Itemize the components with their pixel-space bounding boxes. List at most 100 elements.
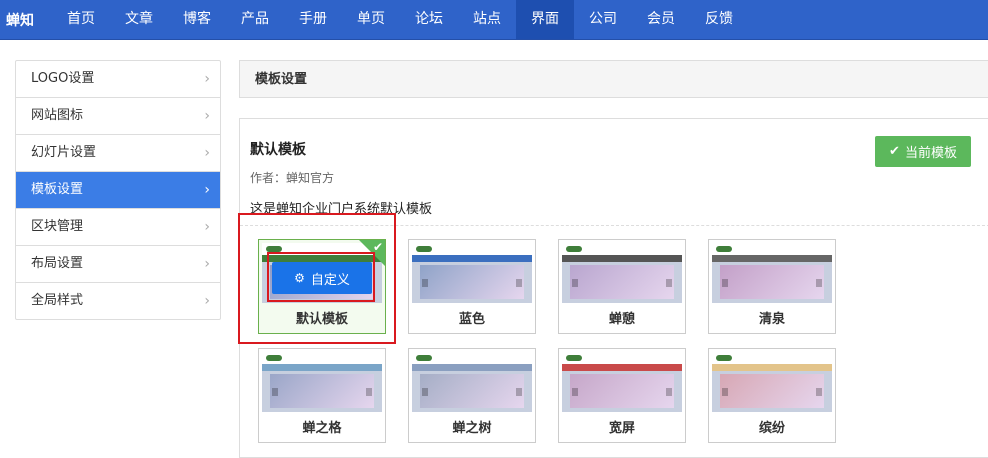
thumb-arrow-left (422, 388, 428, 396)
chevron-right-icon: › (204, 293, 210, 309)
thumb-logo (266, 355, 282, 361)
template-author: 作者：蝉知官方 (250, 171, 335, 185)
thumb-slide (420, 374, 524, 408)
template-card[interactable]: 缤纷 (708, 348, 836, 443)
chevron-right-icon: › (204, 145, 210, 161)
thumb-arrow-right (516, 279, 522, 287)
thumb-slide (720, 374, 824, 408)
thumb-nav (562, 364, 682, 371)
thumb-header (562, 352, 682, 364)
thumb-header (712, 352, 832, 364)
template-card-label: 宽屏 (608, 421, 635, 436)
template-thumbnail (562, 352, 682, 412)
template-thumbnail (412, 243, 532, 303)
sidebar-item-label: 区块管理 (31, 219, 84, 234)
nav-item[interactable]: 站点 (458, 0, 516, 39)
chevron-right-icon: › (204, 108, 210, 124)
thumb-header (262, 352, 382, 364)
chevron-right-icon: › (204, 71, 210, 87)
nav-item[interactable]: 会员 (632, 0, 690, 39)
panel-header-title: 模板设置 (239, 60, 988, 98)
sidebar-item[interactable]: 幻灯片设置 › (16, 135, 220, 172)
current-template-label: 当前模板 (904, 146, 957, 161)
thumb-arrow-left (722, 279, 728, 287)
template-thumbnail (412, 352, 532, 412)
thumb-arrow-right (516, 388, 522, 396)
sidebar-item[interactable]: 模板设置 › (16, 172, 220, 209)
nav-item[interactable]: 产品 (226, 0, 284, 39)
nav-item[interactable]: 首页 (52, 0, 110, 39)
thumb-nav (412, 255, 532, 262)
chevron-right-icon: › (204, 182, 210, 198)
thumb-logo (416, 246, 432, 252)
thumb-slide (420, 265, 524, 299)
settings-sidebar: LOGO设置 › 网站图标 › 幻灯片设置 › 模板设置 › 区块管理 › 布局设置 › 全局样式 › (15, 60, 221, 320)
thumb-nav (262, 364, 382, 371)
template-card[interactable]: 蝉之树 (408, 348, 536, 443)
sidebar-item-label: 模板设置 (31, 182, 84, 197)
thumb-nav (712, 364, 832, 371)
thumb-slide (570, 374, 674, 408)
template-card[interactable]: 宽屏 (558, 348, 686, 443)
thumb-logo (716, 355, 732, 361)
nav-item[interactable]: 论坛 (400, 0, 458, 39)
template-card[interactable]: 蓝色 (408, 239, 536, 334)
template-title: 默认模板 (250, 142, 306, 158)
template-thumbnail (712, 243, 832, 303)
thumb-arrow-right (666, 279, 672, 287)
thumb-arrow-left (272, 388, 278, 396)
nav-item[interactable]: 文章 (110, 0, 168, 39)
thumb-header (712, 243, 832, 255)
nav-item[interactable]: 手册 (284, 0, 342, 39)
thumb-slide (570, 265, 674, 299)
template-thumbnail (562, 243, 682, 303)
sidebar-item[interactable]: 全局样式 › (16, 283, 220, 319)
sidebar-item-label: 幻灯片设置 (31, 145, 97, 160)
brand-logo[interactable]: 蝉知 (0, 10, 52, 30)
template-card-label: 缤纷 (758, 421, 785, 436)
template-card-label: 清泉 (758, 312, 785, 327)
sidebar-item[interactable]: 布局设置 › (16, 246, 220, 283)
template-card[interactable]: 蝉憩 (558, 239, 686, 334)
template-card[interactable]: 清泉 (708, 239, 836, 334)
sidebar-item[interactable]: LOGO设置 › (16, 61, 220, 98)
sidebar-item[interactable]: 网站图标 › (16, 98, 220, 135)
thumb-header (412, 352, 532, 364)
template-card-label: 蓝色 (458, 312, 485, 327)
sidebar-item-label: 网站图标 (31, 108, 84, 123)
thumb-arrow-left (572, 279, 578, 287)
template-card[interactable]: 蝉之格 (258, 348, 386, 443)
template-card-label: 蝉憩 (608, 312, 635, 327)
template-thumbnail (262, 352, 382, 412)
current-template-button[interactable]: ✔ 当前模板 (875, 136, 971, 167)
thumb-arrow-left (572, 388, 578, 396)
highlight-box-customize (267, 252, 375, 302)
nav-item[interactable]: 界面 (516, 0, 574, 39)
thumb-logo (716, 246, 732, 252)
thumb-arrow-right (666, 388, 672, 396)
thumb-header (562, 243, 682, 255)
nav-item[interactable]: 公司 (574, 0, 632, 39)
sidebar-item[interactable]: 区块管理 › (16, 209, 220, 246)
nav-item[interactable]: 博客 (168, 0, 226, 39)
thumb-logo (566, 246, 582, 252)
thumb-logo (416, 355, 432, 361)
chevron-right-icon: › (204, 219, 210, 235)
check-icon: ✔ (889, 144, 900, 159)
nav-menu: 首页 文章 博客 产品 手册 单页 论坛 站点 界面 公司 会员 反馈 (52, 0, 748, 39)
thumb-arrow-right (816, 388, 822, 396)
sidebar-item-label: LOGO设置 (31, 71, 95, 86)
nav-item[interactable]: 单页 (342, 0, 400, 39)
top-navbar: 蝉知 首页 文章 博客 产品 手册 单页 论坛 站点 界面 公司 会员 反馈 (0, 0, 988, 40)
thumb-slide (270, 374, 374, 408)
thumb-slide (720, 265, 824, 299)
nav-item[interactable]: 反馈 (690, 0, 748, 39)
sidebar-item-label: 全局样式 (31, 293, 84, 308)
thumb-arrow-left (422, 279, 428, 287)
thumb-arrow-right (366, 388, 372, 396)
template-thumbnail (712, 352, 832, 412)
chevron-right-icon: › (204, 256, 210, 272)
thumb-nav (712, 255, 832, 262)
thumb-nav (412, 364, 532, 371)
thumb-nav (562, 255, 682, 262)
